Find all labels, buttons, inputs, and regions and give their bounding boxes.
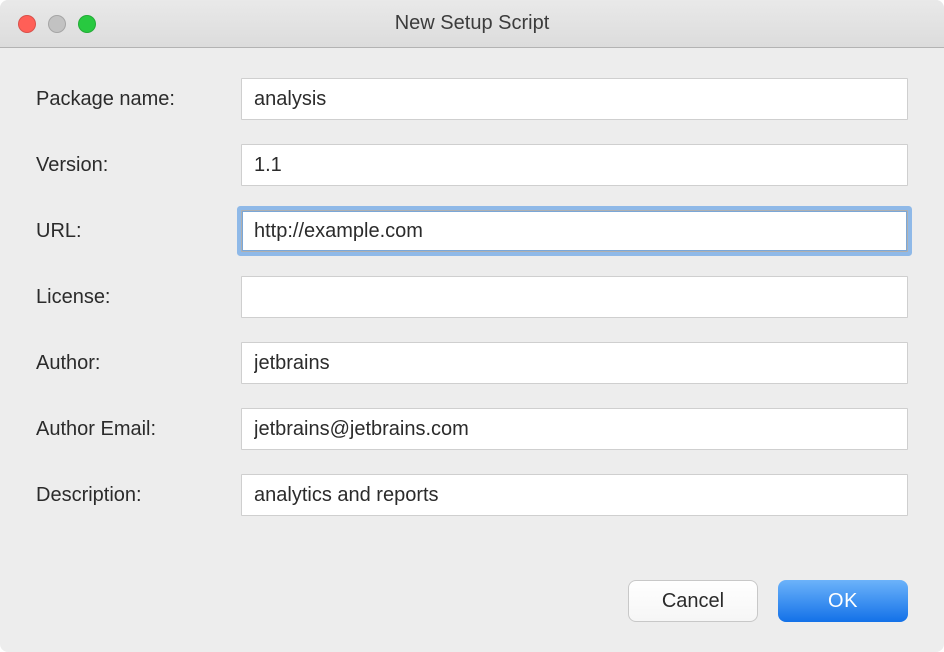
url-label: URL: [36,220,241,243]
description-label: Description: [36,484,241,507]
url-input[interactable] [241,210,908,252]
version-input[interactable] [241,144,908,186]
version-label: Version: [36,154,241,177]
package-name-input[interactable] [241,78,908,120]
window-title: New Setup Script [0,12,944,35]
author-input[interactable] [241,342,908,384]
titlebar[interactable]: New Setup Script [0,0,944,48]
cancel-button[interactable]: Cancel [628,580,758,622]
dialog-window: New Setup Script Package name: Version: … [0,0,944,652]
author-email-input[interactable] [241,408,908,450]
close-icon[interactable] [18,15,36,33]
form-grid: Package name: Version: URL: License: Aut… [36,78,908,516]
author-email-label: Author Email: [36,418,241,441]
license-label: License: [36,286,241,309]
traffic-lights [18,15,96,33]
description-input[interactable] [241,474,908,516]
ok-button[interactable]: OK [778,580,908,622]
license-input[interactable] [241,276,908,318]
button-row: Cancel OK [36,550,908,632]
minimize-icon[interactable] [48,15,66,33]
author-label: Author: [36,352,241,375]
zoom-icon[interactable] [78,15,96,33]
package-name-label: Package name: [36,88,241,111]
dialog-content: Package name: Version: URL: License: Aut… [0,48,944,652]
